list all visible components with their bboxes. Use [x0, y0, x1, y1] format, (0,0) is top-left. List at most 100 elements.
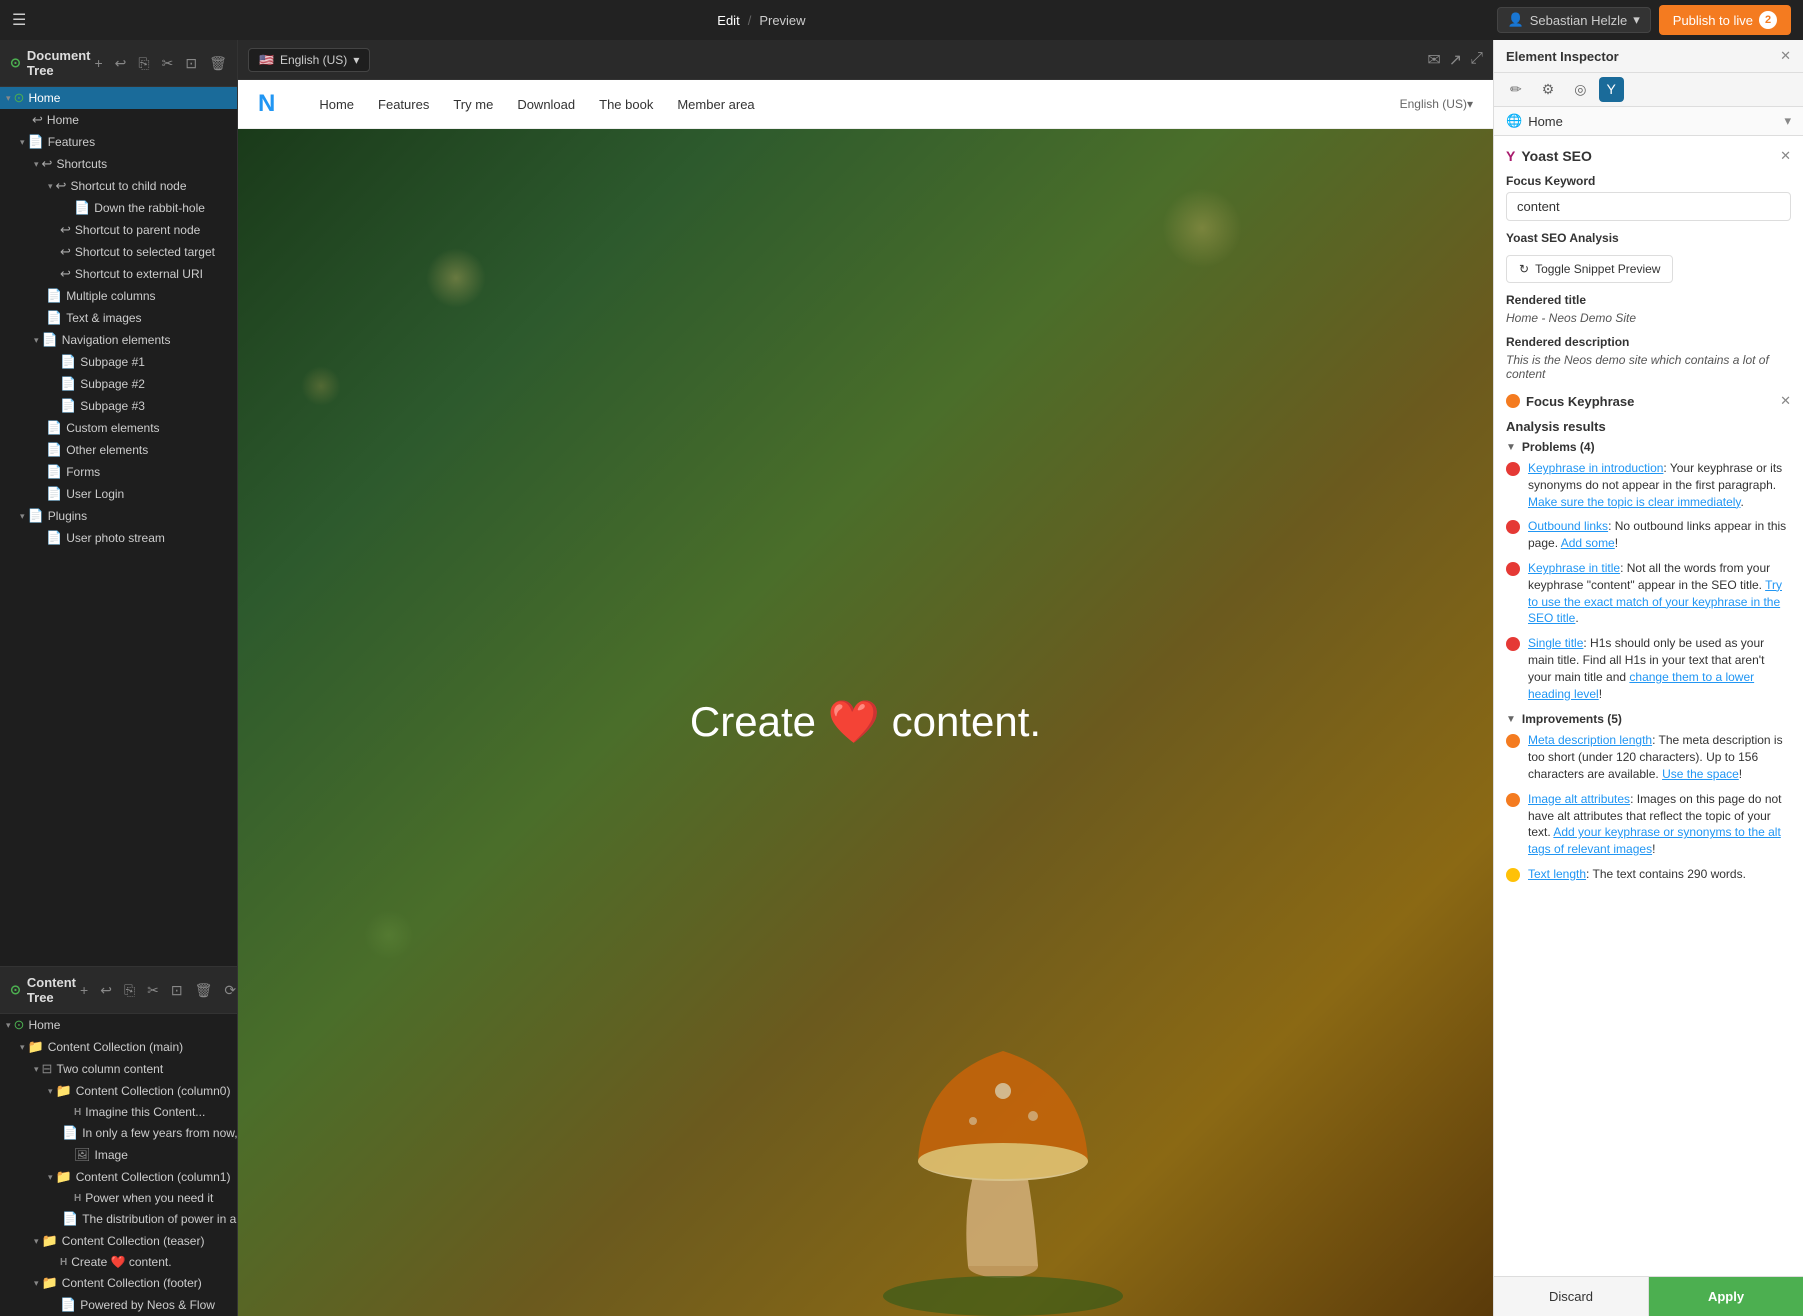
node-selector[interactable]: 🌐 Home ▾ — [1494, 107, 1803, 136]
ct-tree-node-ct-home[interactable]: ▾⊙Home — [0, 1014, 237, 1036]
doc-tree-cut-btn[interactable]: ✂ — [158, 53, 178, 74]
improvement-link-1[interactable]: Meta description length — [1528, 733, 1652, 747]
improvements-header[interactable]: ▼ Improvements (5) — [1506, 712, 1791, 726]
ct-tree-node-ct-col1[interactable]: ▾📁Content Collection (column1) — [0, 1166, 237, 1188]
toggle-snippet-button[interactable]: ↻ Toggle Snippet Preview — [1506, 255, 1673, 283]
nav-download[interactable]: Download — [517, 97, 575, 112]
doc-tree-node-subpage3[interactable]: 📄Subpage #3 — [0, 395, 237, 417]
fullscreen-icon[interactable]: ⤢ — [1470, 50, 1483, 70]
ct-copy-btn[interactable]: ⎘ — [120, 980, 139, 1001]
content-tree: ⊙ Content Tree + ↩ ⎘ ✂ ⊡ 🗑 ⟳ ▾⊙Home▾📁Con… — [0, 966, 237, 1316]
tab-target[interactable]: ◎ — [1566, 77, 1594, 102]
doc-tree-node-user-photo[interactable]: 📄User photo stream — [0, 527, 237, 549]
problems-header[interactable]: ▼ Problems (4) — [1506, 440, 1791, 454]
doc-tree-node-custom-elements[interactable]: 📄Custom elements — [0, 417, 237, 439]
doc-tree-paste-btn[interactable]: ⊡ — [181, 53, 201, 74]
doc-tree-add-btn[interactable]: + — [90, 53, 106, 73]
tab-gear[interactable]: ⚙ — [1534, 77, 1563, 102]
ct-tree-node-ct-power[interactable]: HPower when you need it — [0, 1188, 237, 1208]
ct-tree-node-ct-distribution[interactable]: 📄The distribution of power in a — [0, 1208, 237, 1230]
tab-pencil[interactable]: ✏ — [1502, 77, 1530, 102]
doc-tree-node-subpage1[interactable]: 📄Subpage #1 — [0, 351, 237, 373]
improvement-action-2[interactable]: Add your keyphrase or synonyms to the al… — [1528, 825, 1781, 856]
doc-tree-node-shortcut-child[interactable]: ▾↩Shortcut to child node — [0, 175, 237, 197]
doc-tree-node-features[interactable]: ▾📄Features — [0, 131, 237, 153]
doc-tree-node-other-elements[interactable]: 📄Other elements — [0, 439, 237, 461]
ct-tree-node-ct-footer[interactable]: ▾📁Content Collection (footer) — [0, 1272, 237, 1294]
discard-button[interactable]: Discard — [1494, 1277, 1649, 1316]
problem-action-2[interactable]: Add some — [1561, 536, 1615, 550]
user-button[interactable]: 👤 Sebastian Helzle ▾ — [1497, 7, 1651, 33]
doc-tree-copy-btn[interactable]: ⎘ — [134, 53, 153, 74]
doc-tree-node-down-rabbit[interactable]: 📄Down the rabbit-hole — [0, 197, 237, 219]
ct-tree-node-ct-create[interactable]: HCreate ❤️ content. — [0, 1252, 237, 1272]
nav-member-area[interactable]: Member area — [677, 97, 754, 112]
ct-add-btn[interactable]: + — [76, 980, 92, 1000]
doc-tree-node-user-login[interactable]: 📄User Login — [0, 483, 237, 505]
nav-book[interactable]: The book — [599, 97, 653, 112]
doc-tree-node-subpage2[interactable]: 📄Subpage #2 — [0, 373, 237, 395]
problem-item-1: Keyphrase in introduction: Your keyphras… — [1506, 460, 1791, 510]
doc-tree-node-shortcut-selected[interactable]: ↩Shortcut to selected target — [0, 241, 237, 263]
apply-button[interactable]: Apply — [1649, 1277, 1803, 1316]
focus-keyword-input[interactable] — [1506, 192, 1791, 221]
doc-tree-refresh-btn[interactable]: ⟳ — [235, 53, 237, 74]
ct-tree-node-ct-infew[interactable]: 📄In only a few years from now, — [0, 1122, 237, 1144]
ct-tree-node-ct-col0[interactable]: ▾📁Content Collection (column0) — [0, 1080, 237, 1102]
doc-tree-node-text-images[interactable]: 📄Text & images — [0, 307, 237, 329]
inspector-header: Element Inspector ✕ — [1494, 40, 1803, 73]
problem-action-3[interactable]: Try to use the exact match of your keyph… — [1528, 578, 1782, 626]
edit-label[interactable]: Edit — [717, 13, 739, 28]
doc-tree-node-multiple-cols[interactable]: 📄Multiple columns — [0, 285, 237, 307]
ct-tree-node-ct-powered[interactable]: 📄Powered by Neos & Flow — [0, 1294, 237, 1316]
problem-link-1[interactable]: Keyphrase in introduction — [1528, 461, 1663, 475]
site-lang-selector[interactable]: English (US)▾ — [1400, 97, 1473, 111]
ct-cut-btn[interactable]: ✂ — [143, 980, 163, 1001]
doc-tree-undo-btn[interactable]: ↩ — [111, 53, 131, 74]
improvement-item-2: Image alt attributes: Images on this pag… — [1506, 791, 1791, 858]
improvement-action-1[interactable]: Use the space — [1662, 767, 1739, 781]
improvement-text-1: Meta description length: The meta descri… — [1528, 732, 1791, 782]
doc-tree-node-shortcut-external[interactable]: ↩Shortcut to external URI — [0, 263, 237, 285]
doc-tree-delete-btn[interactable]: 🗑 — [205, 53, 231, 74]
improvement-link-3[interactable]: Text length — [1528, 867, 1586, 881]
problem-link-4[interactable]: Single title — [1528, 636, 1583, 650]
ct-paste-btn[interactable]: ⊡ — [167, 980, 187, 1001]
problem-action-4[interactable]: change them to a lower heading level — [1528, 670, 1754, 701]
menu-icon[interactable]: ☰ — [12, 10, 26, 30]
keyphrase-expand-icon[interactable]: ✕ — [1780, 393, 1791, 409]
yoast-expand-icon[interactable]: ✕ — [1780, 148, 1791, 164]
problem-link-2[interactable]: Outbound links — [1528, 519, 1608, 533]
doc-tree-node-shortcut-parent[interactable]: ↩Shortcut to parent node — [0, 219, 237, 241]
doc-tree-node-plugins[interactable]: ▾📄Plugins — [0, 505, 237, 527]
rendered-desc-label: Rendered description — [1506, 335, 1791, 349]
doc-tree-node-home-child[interactable]: ↩Home — [0, 109, 237, 131]
external-link-icon[interactable]: ↗ — [1449, 50, 1462, 70]
ct-undo-btn[interactable]: ↩ — [96, 980, 116, 1001]
doc-tree-node-shortcuts[interactable]: ▾↩Shortcuts — [0, 153, 237, 175]
ct-tree-node-ct-two-col[interactable]: ▾⊟Two column content — [0, 1058, 237, 1080]
preview-label[interactable]: Preview — [759, 13, 805, 28]
doc-tree-node-forms[interactable]: 📄Forms — [0, 461, 237, 483]
ct-tree-node-ct-image[interactable]: 🖼Image — [0, 1144, 237, 1166]
ct-tree-node-ct-content-main[interactable]: ▾📁Content Collection (main) — [0, 1036, 237, 1058]
problem-action-1[interactable]: Make sure the topic is clear immediately — [1528, 495, 1741, 509]
nav-home[interactable]: Home — [319, 97, 354, 112]
inspector-close-icon[interactable]: ✕ — [1780, 48, 1791, 64]
ct-refresh-btn[interactable]: ⟳ — [220, 980, 237, 1001]
ct-tree-node-ct-teaser[interactable]: ▾📁Content Collection (teaser) — [0, 1230, 237, 1252]
focus-keyword-label: Focus Keyword — [1506, 174, 1791, 188]
email-icon[interactable]: ✉ — [1427, 50, 1440, 70]
tab-yoast[interactable]: Y — [1599, 77, 1624, 102]
doc-tree-node-nav-elements[interactable]: ▾📄Navigation elements — [0, 329, 237, 351]
nav-try-me[interactable]: Try me — [453, 97, 493, 112]
improvement-text-2: Image alt attributes: Images on this pag… — [1528, 791, 1791, 858]
ct-delete-btn[interactable]: 🗑 — [191, 980, 217, 1001]
improvement-link-2[interactable]: Image alt attributes — [1528, 792, 1630, 806]
problem-link-3[interactable]: Keyphrase in title — [1528, 561, 1620, 575]
publish-button[interactable]: Publish to live 2 — [1659, 5, 1791, 35]
ct-tree-node-ct-imagine[interactable]: HImagine this Content... — [0, 1102, 237, 1122]
language-selector[interactable]: 🇺🇸 English (US) ▾ — [248, 48, 370, 72]
nav-features[interactable]: Features — [378, 97, 429, 112]
doc-tree-node-home[interactable]: ▾⊙Home — [0, 87, 237, 109]
